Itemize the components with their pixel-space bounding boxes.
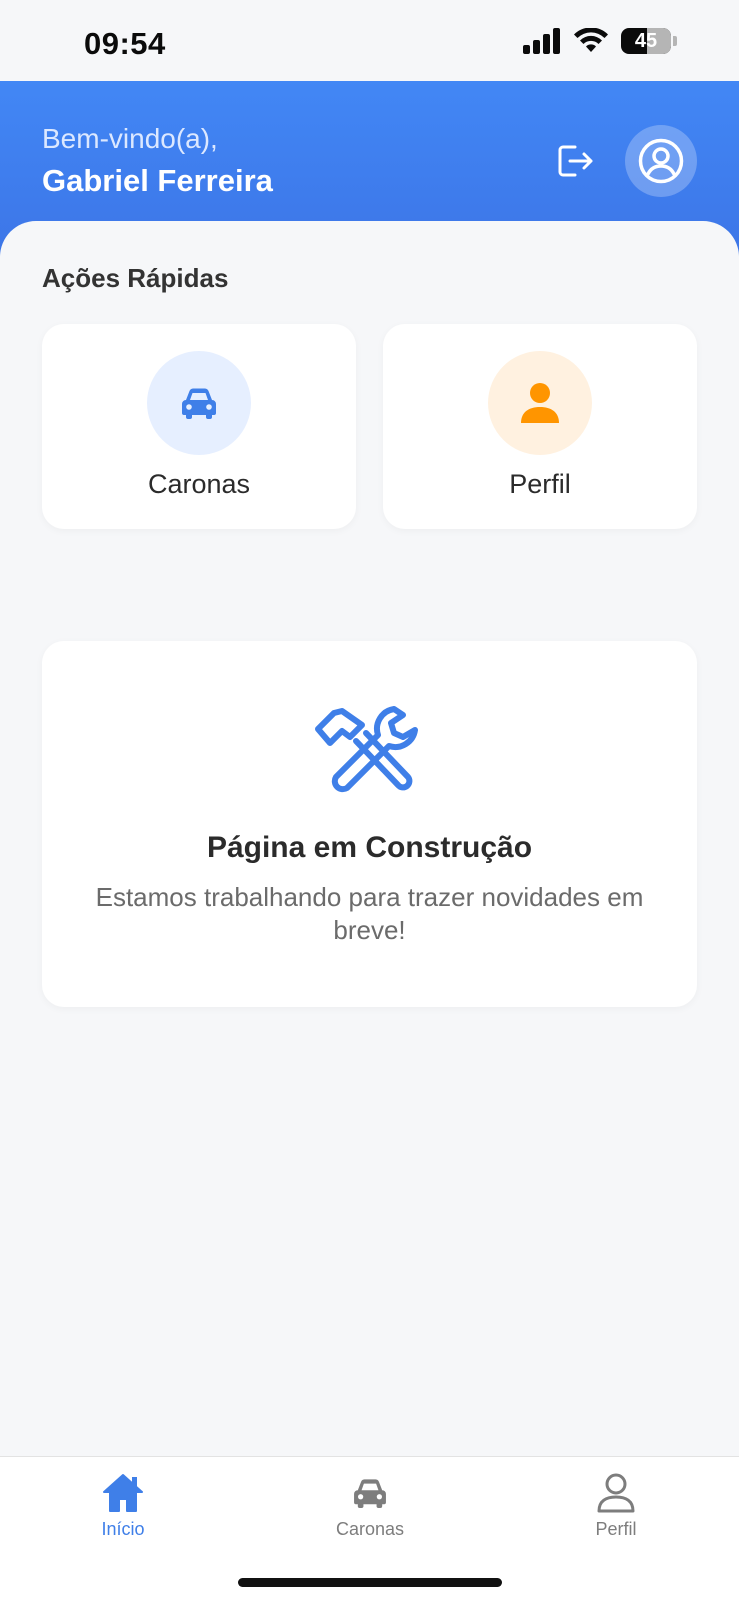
quick-action-label: Caronas — [147, 469, 251, 499]
perfil-icon-circle — [488, 351, 592, 455]
construction-text: Estamos trabalhando para trazer novidade… — [95, 882, 644, 945]
quick-actions-title: Ações Rápidas — [42, 263, 229, 293]
wifi-icon — [574, 28, 608, 52]
battery-icon: 45 — [621, 28, 671, 54]
quick-action-label: Perfil — [509, 469, 571, 499]
user-icon — [521, 383, 559, 423]
nav-label: Caronas — [335, 1519, 405, 1539]
home-icon — [103, 1474, 143, 1512]
main-content: Ações Rápidas Caronas Perfil Página em C… — [0, 221, 739, 1456]
battery-level: 45 — [634, 29, 658, 52]
tools-icon — [315, 706, 418, 793]
user-icon — [597, 1473, 635, 1513]
home-indicator[interactable] — [238, 1578, 502, 1587]
nav-perfil[interactable]: Perfil — [546, 1471, 686, 1540]
construction-card: Página em Construção Estamos trabalhando… — [42, 641, 697, 1007]
status-icons: 45 — [523, 28, 677, 54]
nav-label: Início — [101, 1519, 145, 1539]
welcome-text: Bem-vindo(a), — [42, 123, 218, 154]
nav-caronas[interactable]: Caronas — [300, 1471, 440, 1540]
caronas-icon-circle — [147, 351, 251, 455]
status-bar: 09:54 45 — [0, 0, 739, 81]
status-time: 09:54 — [84, 26, 166, 61]
construction-title: Página em Construção — [206, 831, 533, 864]
car-icon — [354, 1479, 386, 1508]
nav-inicio[interactable]: Início — [53, 1471, 193, 1540]
car-icon — [182, 388, 216, 419]
profile-avatar-button[interactable] — [625, 125, 697, 197]
logout-button[interactable] — [556, 141, 596, 181]
user-name: Gabriel Ferreira — [42, 163, 273, 198]
quick-action-caronas[interactable]: Caronas — [42, 324, 356, 529]
quick-action-perfil[interactable]: Perfil — [383, 324, 697, 529]
signal-icon — [523, 28, 560, 54]
user-circle-icon — [638, 138, 684, 184]
nav-label: Perfil — [595, 1519, 637, 1539]
logout-icon — [558, 145, 593, 177]
